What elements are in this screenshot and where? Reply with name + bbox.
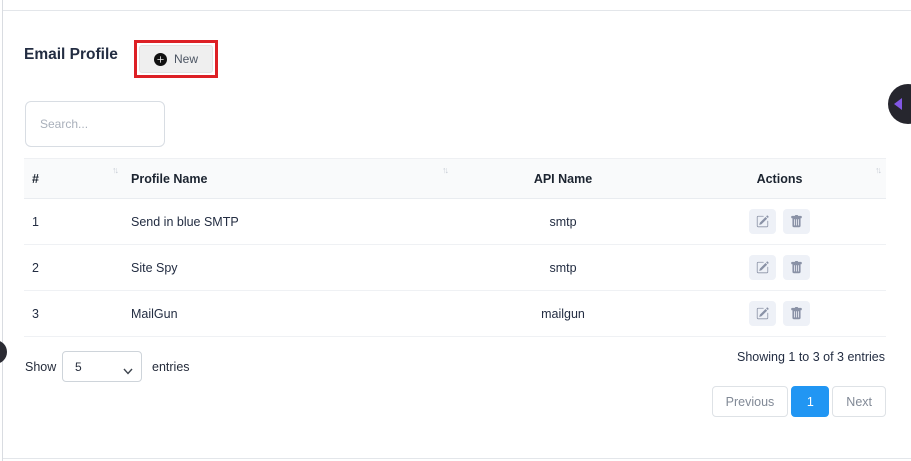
- column-header-index[interactable]: # ↑↓: [24, 159, 123, 199]
- search-input[interactable]: [25, 101, 165, 147]
- table-row: 1 Send in blue SMTP smtp: [24, 199, 886, 245]
- email-profile-page: Email Profile New # ↑↓ Profile Name ↑↓: [0, 0, 911, 461]
- edit-icon: [756, 215, 769, 228]
- plus-circle-icon: [154, 53, 167, 66]
- edit-icon: [756, 307, 769, 320]
- pagination: Previous 1 Next: [712, 386, 886, 417]
- row-api-name: smtp: [453, 199, 673, 245]
- row-api-name: smtp: [453, 245, 673, 291]
- row-index: 1: [24, 199, 123, 245]
- row-actions: [681, 199, 878, 244]
- top-border-divider: [3, 10, 911, 11]
- row-profile-name: Send in blue SMTP: [123, 199, 453, 245]
- highlight-box: New: [134, 40, 218, 78]
- arrow-left-icon: [894, 98, 902, 110]
- sort-icon: ↑↓: [112, 165, 117, 175]
- row-actions: [681, 291, 878, 336]
- row-profile-name: MailGun: [123, 291, 453, 337]
- page-title: Email Profile: [24, 46, 118, 64]
- row-profile-name: Site Spy: [123, 245, 453, 291]
- delete-button[interactable]: [783, 255, 810, 280]
- trash-icon: [790, 261, 803, 274]
- edit-button[interactable]: [749, 255, 776, 280]
- trash-icon: [790, 307, 803, 320]
- row-index: 3: [24, 291, 123, 337]
- trash-icon: [790, 215, 803, 228]
- delete-button[interactable]: [783, 301, 810, 326]
- new-button-label: New: [174, 52, 198, 66]
- settings-panel-toggle-button[interactable]: [888, 84, 911, 124]
- edit-button[interactable]: [749, 301, 776, 326]
- sort-icon: ↑↓: [875, 165, 880, 175]
- delete-button[interactable]: [783, 209, 810, 234]
- table-row: 3 MailGun mailgun: [24, 291, 886, 337]
- edit-icon: [756, 261, 769, 274]
- column-header-api-name[interactable]: API Name: [453, 159, 673, 199]
- previous-page-button[interactable]: Previous: [712, 386, 789, 417]
- show-label: Show: [25, 360, 56, 374]
- email-profile-table: # ↑↓ Profile Name ↑↓ API Name Actions ↑↓…: [24, 158, 886, 337]
- page-length-select[interactable]: 5: [62, 351, 142, 382]
- table-info-text: Showing 1 to 3 of 3 entries: [737, 350, 885, 364]
- left-border-divider: [2, 0, 3, 461]
- table-header-row: # ↑↓ Profile Name ↑↓ API Name Actions ↑↓: [24, 159, 886, 199]
- sort-icon: ↑↓: [442, 165, 447, 175]
- next-page-button[interactable]: Next: [832, 386, 886, 417]
- column-header-actions[interactable]: Actions ↑↓: [673, 159, 886, 199]
- row-actions: [681, 245, 878, 290]
- row-index: 2: [24, 245, 123, 291]
- column-header-profile-name[interactable]: Profile Name ↑↓: [123, 159, 453, 199]
- entries-label: entries: [152, 360, 190, 374]
- row-api-name: mailgun: [453, 291, 673, 337]
- left-edge-widget-button[interactable]: [0, 340, 7, 364]
- edit-button[interactable]: [749, 209, 776, 234]
- new-button[interactable]: New: [139, 45, 213, 73]
- table-row: 2 Site Spy smtp: [24, 245, 886, 291]
- current-page-button[interactable]: 1: [791, 386, 829, 417]
- bottom-border-divider: [3, 458, 911, 459]
